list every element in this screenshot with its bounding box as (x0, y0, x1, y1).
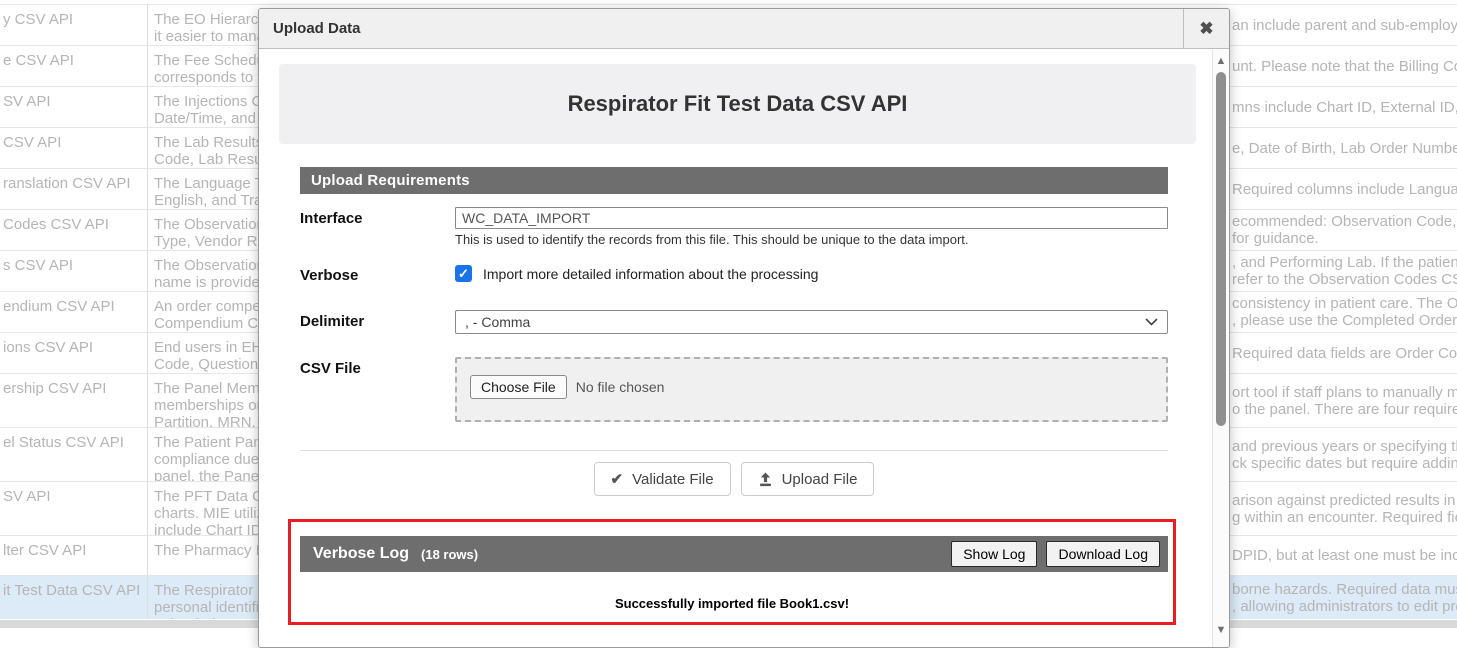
modal-content: Respirator Fit Test Data CSV API Upload … (259, 50, 1212, 647)
verbose-log-highlight-box: Verbose Log (18 rows) Show Log Download … (288, 519, 1176, 625)
page-title: Respirator Fit Test Data CSV API (568, 91, 908, 117)
csv-file-label: CSV File (300, 357, 455, 377)
verbose-checkbox-label: Import more detailed information about t… (483, 266, 818, 282)
delimiter-select[interactable]: , - Comma (455, 310, 1168, 334)
delimiter-row: Delimiter , - Comma (300, 310, 1168, 334)
api-name-cell: lter CSV API (0, 536, 148, 575)
verbose-row: Verbose ✓ Import more detailed informati… (300, 264, 1168, 284)
upload-file-button[interactable]: Upload File (741, 462, 875, 496)
api-description-continued-cell: arison against predicted results in ing … (1232, 482, 1457, 535)
api-name-cell: SV API (0, 87, 148, 127)
interface-label: Interface (300, 207, 455, 227)
download-log-button[interactable]: Download Log (1046, 541, 1160, 567)
api-name-cell: y CSV API (0, 5, 148, 45)
api-name-cell: it Test Data CSV API (0, 576, 148, 619)
section-title: Upload Requirements (300, 167, 1168, 194)
file-chosen-status: No file chosen (576, 379, 665, 395)
action-buttons: ✔ Validate File Upload File (300, 462, 1168, 496)
api-description-continued-cell: consistency in patient care. The Or, ple… (1232, 292, 1457, 332)
interface-help-text: This is used to identify the records fro… (455, 232, 1168, 247)
verbose-label: Verbose (300, 264, 455, 284)
api-description-continued-cell: Required columns include Language (1232, 169, 1457, 209)
api-name-cell: ership CSV API (0, 374, 148, 427)
verbose-log-title: Verbose Log (313, 545, 409, 563)
scroll-down-icon[interactable]: ▼ (1213, 624, 1229, 636)
chevron-down-icon (1145, 318, 1158, 326)
api-description-continued-cell: Required data fields are Order Code (1232, 333, 1457, 373)
verbose-log-row-count: (18 rows) (421, 547, 478, 562)
modal-scrollbar[interactable]: ▲ ▼ (1212, 50, 1229, 647)
delimiter-label: Delimiter (300, 310, 455, 330)
api-description-continued-cell: ecommended: Observation Code, Cfor guida… (1232, 210, 1457, 250)
api-description-continued-cell: DPID, but at least one must be inclu (1232, 536, 1457, 575)
upload-data-modal: Upload Data ✖ Respirator Fit Test Data C… (258, 8, 1230, 648)
interface-input[interactable] (455, 207, 1168, 229)
api-name-cell: endium CSV API (0, 292, 148, 332)
modal-header: Upload Data ✖ (259, 9, 1229, 49)
api-name-cell: e CSV API (0, 46, 148, 86)
divider (300, 450, 1168, 451)
api-description-continued-cell: an include parent and sub-employer (1232, 5, 1457, 45)
api-name-cell: Codes CSV API (0, 210, 148, 250)
validate-file-label: Validate File (632, 471, 713, 488)
delimiter-selected-value: , - Comma (465, 314, 530, 330)
csv-file-row: CSV File Choose File No file chosen (300, 357, 1168, 422)
api-name-cell: ranslation CSV API (0, 169, 148, 209)
api-name-cell: SV API (0, 482, 148, 535)
modal-body: Respirator Fit Test Data CSV API Upload … (259, 50, 1229, 647)
scroll-up-icon[interactable]: ▲ (1213, 55, 1229, 67)
api-description-continued-cell: mns include Chart ID, External ID, T (1232, 87, 1457, 127)
csv-file-dropzone[interactable]: Choose File No file chosen (455, 357, 1168, 422)
api-name-cell: CSV API (0, 128, 148, 168)
upload-file-label: Upload File (782, 471, 858, 488)
api-description-continued-cell: ort tool if staff plans to manually mao … (1232, 374, 1457, 427)
api-name-cell: el Status CSV API (0, 428, 148, 481)
api-name-cell: ions CSV API (0, 333, 148, 373)
import-success-message: Successfully imported file Book1.csv! (291, 596, 1173, 611)
choose-file-button[interactable]: Choose File (470, 375, 567, 399)
upload-requirements-section: Upload Requirements Interface This is us… (300, 167, 1168, 496)
api-heading-banner: Respirator Fit Test Data CSV API (279, 64, 1196, 144)
modal-title: Upload Data (259, 20, 1183, 37)
verbose-checkbox[interactable]: ✓ (455, 265, 472, 282)
interface-row: Interface This is used to identify the r… (300, 207, 1168, 247)
show-log-button[interactable]: Show Log (951, 541, 1037, 567)
check-icon: ✔ (611, 470, 624, 488)
scrollbar-thumb[interactable] (1216, 72, 1226, 426)
api-description-continued-cell: borne hazards. Required data must, allow… (1232, 576, 1457, 619)
api-description-continued-cell: and previous years or specifying thck sp… (1232, 428, 1457, 481)
upload-icon (758, 472, 773, 487)
api-name-cell: s CSV API (0, 251, 148, 291)
api-description-continued-cell: e, Date of Birth, Lab Order Number, (1232, 128, 1457, 168)
validate-file-button[interactable]: ✔ Validate File (594, 462, 731, 496)
api-description-continued-cell: , and Performing Lab. If the patient'sre… (1232, 251, 1457, 291)
api-description-continued-cell: unt. Please note that the Billing Code (1232, 46, 1457, 86)
verbose-log-bar: Verbose Log (18 rows) Show Log Download … (300, 536, 1168, 572)
upload-form: Interface This is used to identify the r… (300, 207, 1168, 496)
close-icon[interactable]: ✖ (1183, 9, 1229, 49)
